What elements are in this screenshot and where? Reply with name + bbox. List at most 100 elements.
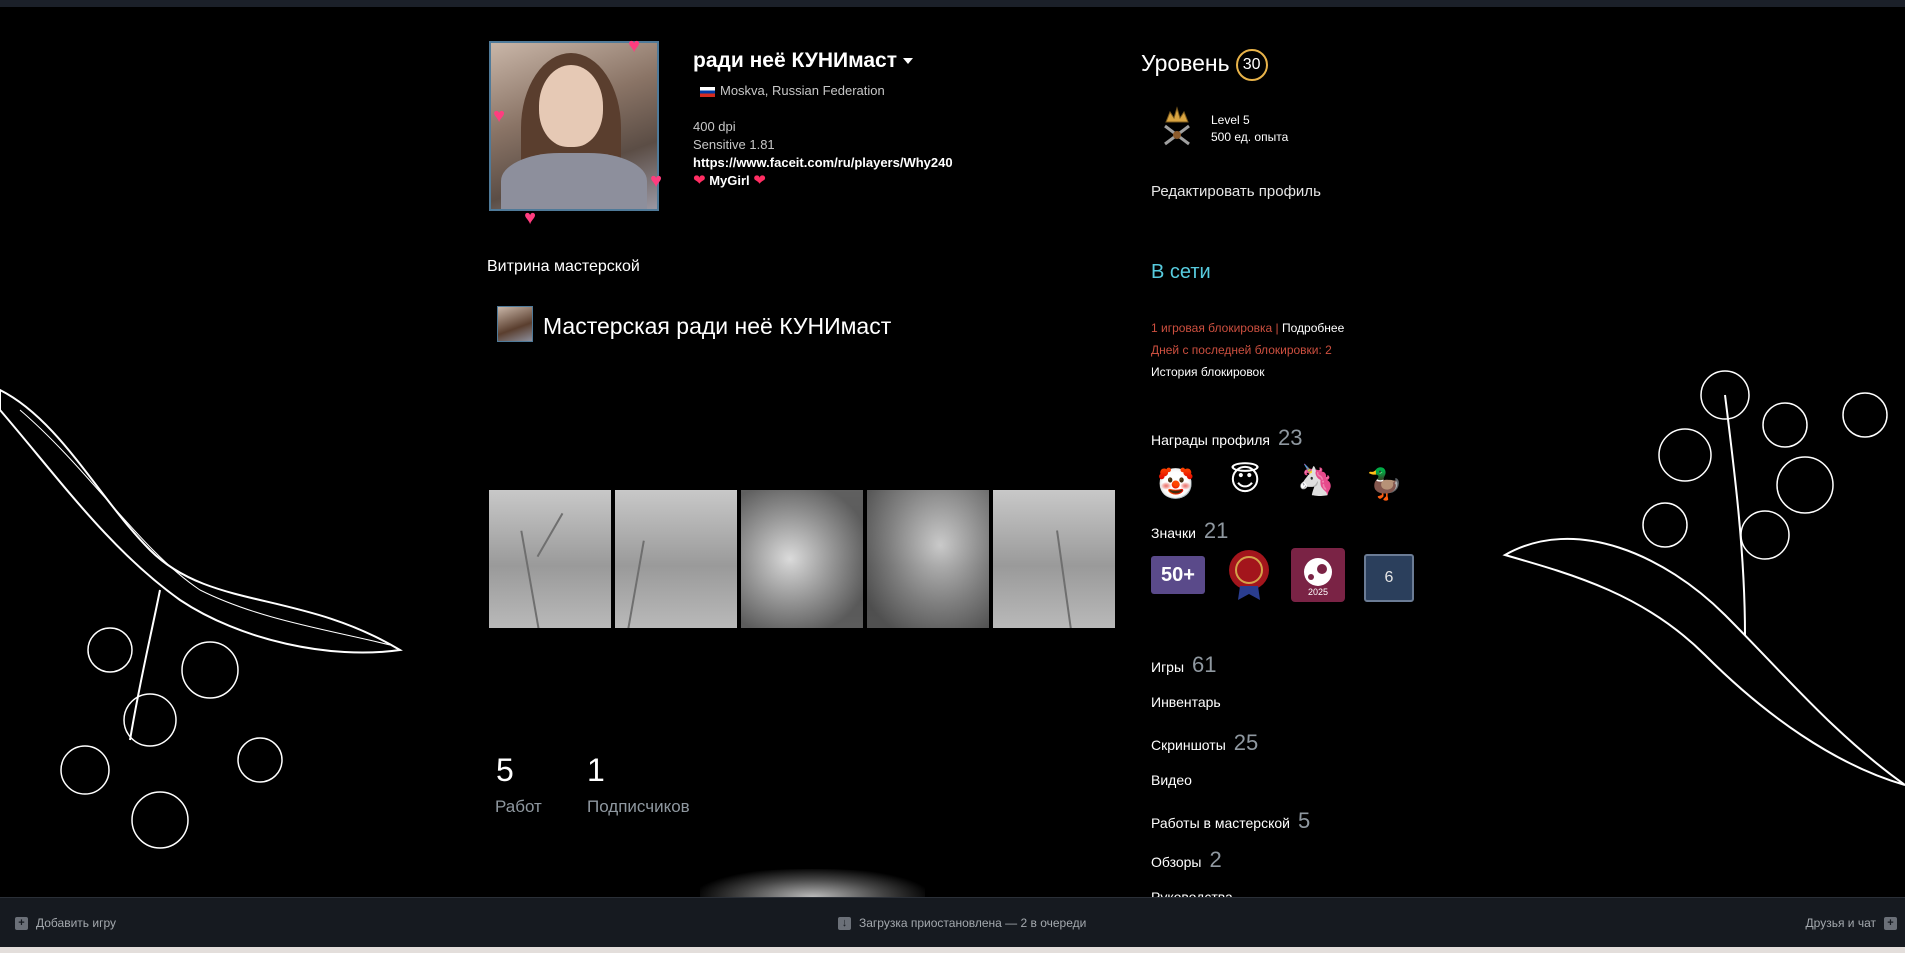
screenshots-link[interactable]: Скриншоты 25 bbox=[1151, 730, 1258, 756]
next-showcase-image bbox=[700, 869, 925, 897]
workshop-image-4[interactable] bbox=[867, 490, 989, 628]
level-header: Уровень 30 bbox=[1141, 49, 1268, 81]
downloads-status[interactable]: ↓ Загрузка приостановлена — 2 в очереди bbox=[838, 916, 1087, 931]
workshop-avatar bbox=[497, 306, 533, 342]
decorative-flower-left bbox=[0, 388, 403, 849]
works-count: 5 bbox=[496, 752, 514, 788]
works-label: Работ bbox=[495, 797, 542, 816]
bottom-stripe bbox=[0, 947, 1905, 953]
guides-label: Руководства bbox=[1151, 889, 1233, 897]
showcase-title: Витрина мастерской bbox=[487, 258, 640, 275]
ban-warning: 1 игровая блокировка bbox=[1151, 321, 1273, 335]
screenshots-count: 25 bbox=[1233, 730, 1259, 755]
award-duck-icon[interactable]: 🦆 bbox=[1365, 465, 1405, 505]
level-6-badge-icon[interactable]: 6 bbox=[1364, 554, 1414, 602]
heart-gem-icon: ❤ bbox=[693, 172, 706, 189]
heart-icon: ♥ bbox=[628, 35, 640, 57]
workshop-items-label: Работы в мастерской bbox=[1151, 815, 1290, 831]
level-badge-xp: 500 ед. опыта bbox=[1211, 130, 1289, 144]
badges-link[interactable]: Значки 21 bbox=[1151, 518, 1228, 544]
persona-name-text: ради неё КУНИмаст bbox=[693, 49, 898, 72]
branch-shape bbox=[520, 530, 540, 628]
friends-chat-button[interactable]: Друзья и чат + bbox=[1805, 916, 1897, 931]
reviews-label: Обзоры bbox=[1151, 854, 1202, 870]
games-label: Игры bbox=[1151, 659, 1185, 675]
summary-mygirl-line: ❤ MyGirl ❤ bbox=[693, 172, 953, 190]
add-game-label: Добавить игру bbox=[36, 916, 116, 930]
badges-label: Значки bbox=[1151, 525, 1196, 541]
inventory-link[interactable]: Инвентарь bbox=[1151, 694, 1221, 710]
crown-badge-icon[interactable] bbox=[1160, 104, 1194, 148]
profile-summary: 400 dpi Sensitive 1.81 https://www.facei… bbox=[693, 118, 953, 190]
branch-shape bbox=[1056, 530, 1072, 628]
award-clown-icon[interactable]: 🤡 bbox=[1156, 465, 1196, 505]
steam-2025-badge-icon[interactable]: 2025 bbox=[1291, 548, 1345, 602]
heart-icon: ♥ bbox=[524, 207, 536, 229]
reviews-link[interactable]: Обзоры 2 bbox=[1151, 847, 1222, 873]
summary-dpi: 400 dpi bbox=[693, 119, 736, 134]
steam-bottom-bar: + Добавить игру ↓ Загрузка приостановлена … bbox=[0, 897, 1905, 948]
avatar-sweater bbox=[501, 153, 647, 209]
summary-sensitivity: Sensitive 1.81 bbox=[693, 137, 775, 152]
ban-history-link[interactable]: История блокировок bbox=[1151, 365, 1264, 379]
award-unicorn-icon[interactable]: 🦄 bbox=[1296, 461, 1336, 501]
subscribers-label: Подписчиков bbox=[587, 797, 690, 816]
badges-count: 21 bbox=[1203, 518, 1229, 543]
workshop-image-3[interactable] bbox=[741, 490, 863, 628]
awards-count: 23 bbox=[1277, 425, 1303, 450]
friends-icon: + bbox=[1884, 917, 1897, 931]
days-since-ban: Дней с последней блокировки: 2 bbox=[1151, 343, 1332, 357]
flag-russia-icon bbox=[700, 86, 715, 97]
branch-shape bbox=[627, 540, 645, 628]
level-number-badge[interactable]: 30 bbox=[1235, 49, 1268, 81]
location-text: Moskva, Russian Federation bbox=[720, 83, 885, 98]
award-angel-icon[interactable]: 😇 bbox=[1225, 461, 1265, 501]
workshop-image-1[interactable] bbox=[489, 490, 611, 628]
level-badge-info: Level 5 500 ед. опыта bbox=[1211, 112, 1288, 146]
videos-label: Видео bbox=[1151, 772, 1192, 788]
add-game-button[interactable]: + Добавить игру bbox=[15, 916, 116, 931]
level-badge-name: Level 5 bbox=[1211, 113, 1250, 127]
videos-link[interactable]: Видео bbox=[1151, 772, 1192, 788]
workshop-title-link[interactable]: Мастерская ради неё КУНИмаст bbox=[543, 313, 891, 340]
branch-shape bbox=[536, 512, 564, 558]
persona-name[interactable]: ради неё КУНИмаст bbox=[693, 49, 914, 73]
workshop-items-count: 5 bbox=[1297, 808, 1311, 833]
download-icon: ↓ bbox=[838, 917, 851, 931]
games-count: 61 bbox=[1192, 652, 1217, 677]
chevron-down-icon[interactable] bbox=[903, 58, 914, 65]
heart-gem-icon: ❤ bbox=[753, 172, 766, 189]
guides-link[interactable]: Руководства bbox=[1151, 889, 1233, 897]
ban-details-link[interactable]: Подробнее bbox=[1282, 321, 1344, 335]
anime-girl-back-shape bbox=[867, 490, 989, 628]
reviews-count: 2 bbox=[1209, 847, 1222, 872]
online-status: В сети bbox=[1151, 261, 1211, 283]
badge-seal-icon[interactable] bbox=[1226, 548, 1272, 600]
badge-year-text: 2025 bbox=[1307, 587, 1329, 597]
workshop-image-5[interactable] bbox=[993, 490, 1115, 628]
top-bar bbox=[0, 0, 1905, 7]
screenshots-label: Скриншоты bbox=[1151, 737, 1226, 753]
inventory-label: Инвентарь bbox=[1151, 694, 1221, 710]
workshop-image-2[interactable] bbox=[615, 490, 737, 628]
workshop-items-link[interactable]: Работы в мастерской 5 bbox=[1151, 808, 1310, 834]
mygirl-text: MyGirl bbox=[709, 173, 750, 188]
faceit-link[interactable]: https://www.faceit.com/ru/players/Why240 bbox=[693, 154, 953, 172]
badge-50-plus-icon[interactable]: 50+ bbox=[1151, 556, 1205, 594]
friends-chat-label: Друзья и чат bbox=[1805, 916, 1876, 930]
downloads-label: Загрузка приостановлена — 2 в очереди bbox=[859, 916, 1087, 930]
ban-separator: | bbox=[1275, 321, 1279, 335]
decorative-flower-right bbox=[1502, 370, 1905, 786]
location: Moskva, Russian Federation bbox=[700, 83, 885, 98]
level-title: Уровень bbox=[1141, 50, 1230, 77]
profile-avatar[interactable] bbox=[489, 41, 659, 211]
awards-link[interactable]: Награды профиля 23 bbox=[1151, 425, 1302, 451]
subscribers-count: 1 bbox=[587, 752, 605, 788]
edit-profile-button[interactable]: Редактировать профиль bbox=[1151, 183, 1321, 200]
games-link[interactable]: Игры 61 bbox=[1151, 652, 1217, 678]
heart-icon: ♥ bbox=[650, 170, 662, 192]
heart-icon: ♥ bbox=[493, 105, 505, 127]
awards-label: Награды профиля bbox=[1151, 432, 1270, 448]
plus-icon: + bbox=[15, 917, 28, 931]
avatar-face bbox=[539, 65, 603, 147]
